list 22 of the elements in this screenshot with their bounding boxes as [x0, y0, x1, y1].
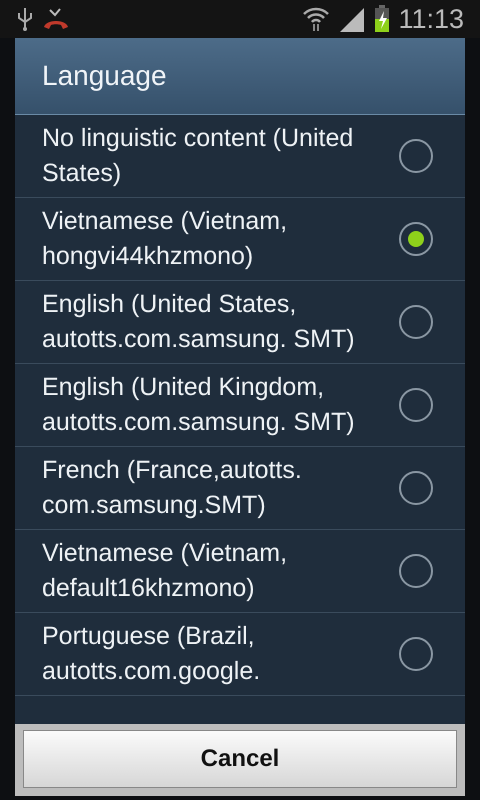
language-option[interactable]: Vietnamese (Vietnam, default16khzmono): [15, 530, 465, 613]
dialog-title: Language: [42, 60, 167, 92]
missed-call-icon: [42, 7, 70, 31]
language-option[interactable]: Vietnamese (Vietnam, hongvi44khzmono): [15, 198, 465, 281]
usb-icon: [16, 7, 34, 31]
radio-button[interactable]: [399, 388, 433, 422]
cancel-button[interactable]: Cancel: [23, 730, 457, 788]
language-option[interactable]: No linguistic content (United States): [15, 115, 465, 198]
language-option[interactable]: English (United Kingdom, autotts.com.samsung. SMT): [15, 364, 465, 447]
radio-button[interactable]: [399, 222, 433, 256]
language-option[interactable]: French (France,autotts. com.samsung.SMT): [15, 447, 465, 530]
language-option[interactable]: Portuguese (Brazil, autotts.com.google.: [15, 613, 465, 696]
radio-button[interactable]: [399, 305, 433, 339]
clock: 11:13: [398, 4, 464, 34]
signal-icon: [338, 6, 366, 32]
radio-button[interactable]: [399, 554, 433, 588]
battery-icon: [374, 5, 390, 33]
language-option[interactable]: English (United States, autotts.com.samsung. SMT): [15, 281, 465, 364]
radio-button[interactable]: [399, 471, 433, 505]
radio-button[interactable]: [399, 139, 433, 173]
radio-button[interactable]: [399, 637, 433, 671]
wifi-icon: [302, 6, 330, 32]
